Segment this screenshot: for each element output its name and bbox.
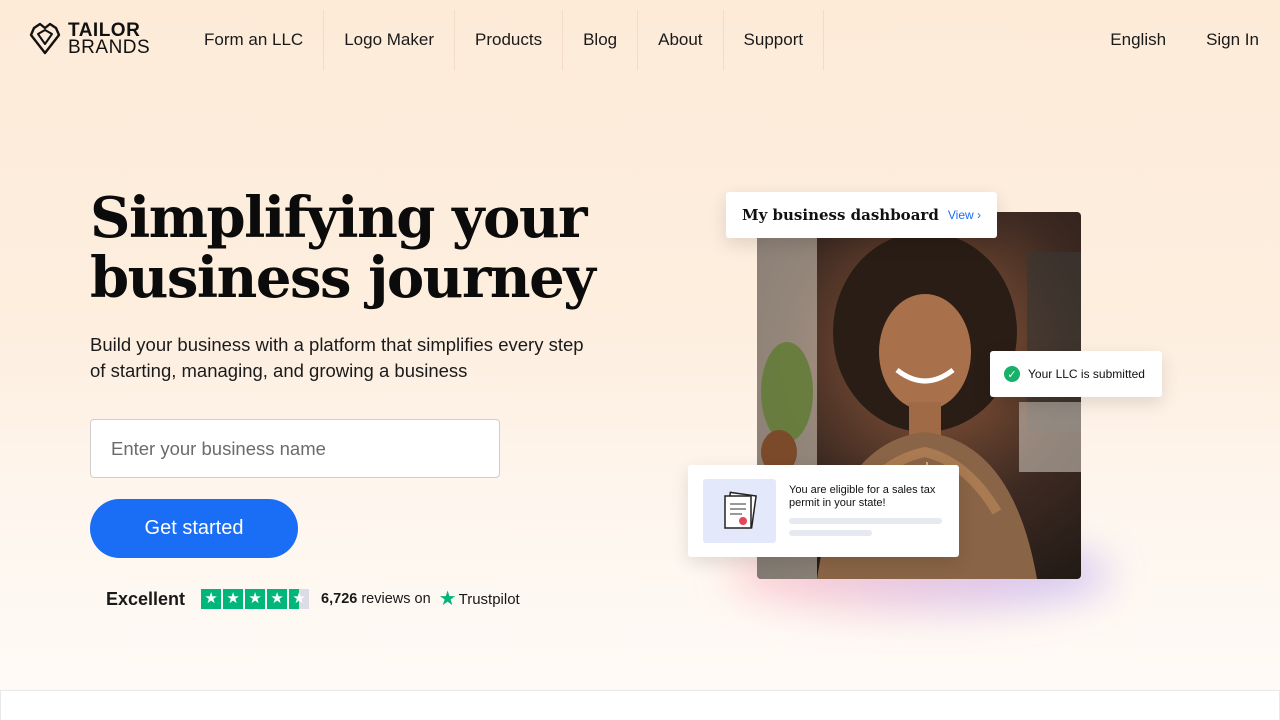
placeholder-line: [789, 530, 872, 536]
star-icon: ★: [201, 589, 222, 609]
reviews-on-text: reviews on: [361, 591, 431, 607]
dashboard-card: My business dashboard View ›: [726, 192, 997, 238]
header-actions: English Sign In: [1110, 10, 1259, 70]
main-nav: Form an LLC Logo Maker Products Blog Abo…: [184, 10, 825, 70]
nav-blog[interactable]: Blog: [563, 10, 639, 70]
llc-status-card: ✓ Your LLC is submitted: [990, 351, 1162, 397]
trustpilot-star-icon: ★: [438, 588, 457, 610]
hero-subtitle: Build your business with a platform that…: [90, 334, 584, 381]
brand-wordmark: TAILOR BRANDS: [68, 21, 151, 58]
star-icon: ★: [223, 589, 244, 609]
star-rating: ★ ★ ★ ★ ★: [201, 589, 310, 609]
sign-in-link[interactable]: Sign In: [1206, 30, 1259, 50]
get-started-button[interactable]: Get started: [90, 499, 298, 558]
next-section-edge: [0, 690, 1280, 720]
tax-permit-text: You are eligible for a sales tax permit …: [789, 484, 936, 509]
brand-line-2: BRANDS: [68, 37, 151, 58]
star-icon: ★: [267, 589, 288, 609]
view-link-label: View: [947, 208, 974, 222]
star-icon: ★: [245, 589, 266, 609]
placeholder-line: [789, 518, 942, 524]
business-name-input[interactable]: [90, 419, 500, 478]
trustpilot-rating[interactable]: Excellent ★ ★ ★ ★ ★ 6,726 reviews on ★ T…: [106, 586, 520, 612]
brand-heart-icon: [29, 22, 61, 55]
rating-text: Excellent: [106, 588, 186, 609]
dashboard-card-title: My business dashboard: [742, 206, 939, 224]
document-stamp-icon: [703, 479, 776, 543]
nav-support[interactable]: Support: [724, 10, 825, 70]
chevron-right-icon: ›: [977, 208, 981, 222]
nav-form-llc[interactable]: Form an LLC: [184, 10, 325, 70]
trustpilot-name: Trustpilot: [458, 590, 520, 608]
tax-permit-card: You are eligible for a sales tax permit …: [688, 465, 959, 557]
nav-about[interactable]: About: [638, 10, 724, 70]
brand-logo[interactable]: TAILOR BRANDS: [28, 21, 151, 58]
half-star-icon: ★: [289, 589, 310, 609]
llc-status-text: Your LLC is submitted: [1028, 367, 1145, 381]
nav-logo-maker[interactable]: Logo Maker: [324, 10, 455, 70]
dashboard-view-link[interactable]: View ›: [948, 208, 981, 222]
language-selector[interactable]: English: [1110, 30, 1166, 50]
nav-products[interactable]: Products: [455, 10, 564, 70]
check-circle-icon: ✓: [1004, 366, 1020, 382]
review-count: 6,726: [321, 591, 358, 607]
hero-title: Simplifying your business journey: [90, 185, 596, 311]
site-header: TAILOR BRANDS Form an LLC Logo Maker Pro…: [0, 0, 1280, 80]
